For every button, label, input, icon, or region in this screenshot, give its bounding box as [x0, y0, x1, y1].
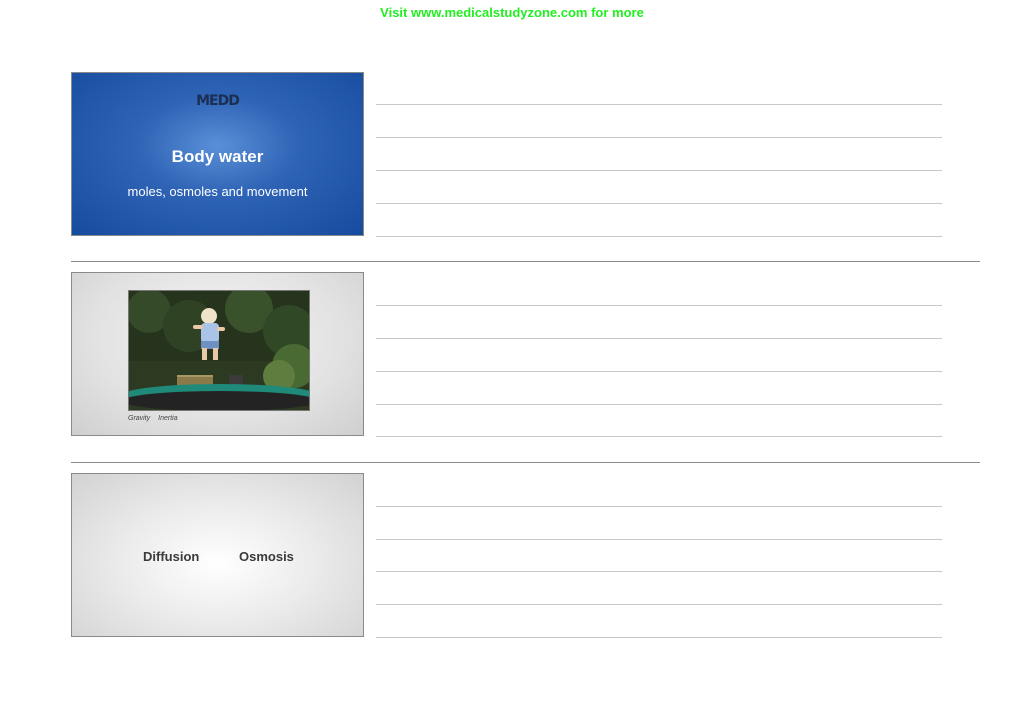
slide-separator: [71, 261, 980, 262]
note-line: [376, 305, 942, 306]
note-line: [376, 338, 942, 339]
note-line: [376, 170, 942, 171]
note-line: [376, 137, 942, 138]
note-line: [376, 637, 942, 638]
slide-caption: Gravity Inertia: [128, 415, 178, 422]
trampoline-photo: [128, 290, 310, 411]
slide-separator: [71, 462, 980, 463]
handout-page: Visit www.medicalstudyzone.com for more …: [0, 0, 1024, 724]
caption-gravity: Gravity: [128, 415, 151, 422]
note-line: [376, 571, 942, 572]
note-line: [376, 539, 942, 540]
slide-thumbnail-2: Gravity Inertia: [71, 272, 364, 436]
note-line: [376, 506, 942, 507]
note-line: [376, 371, 942, 372]
promo-banner[interactable]: Visit www.medicalstudyzone.com for more: [0, 5, 1024, 20]
logo: MEDD: [72, 92, 363, 110]
note-line: [376, 404, 942, 405]
note-line: [376, 604, 942, 605]
slide-title: Body water: [171, 147, 264, 166]
slide-thumbnail-1: MEDD Body water moles, osmoles and movem…: [71, 72, 364, 236]
slide-thumbnail-3: Diffusion Osmosis: [71, 473, 364, 637]
note-line: [376, 104, 942, 105]
note-line: [376, 203, 942, 204]
osmosis-label: Osmosis: [239, 549, 294, 564]
trampoline-photo-graphic: [129, 291, 309, 410]
diffusion-label: Diffusion: [143, 549, 200, 564]
caption-inertia: Inertia: [158, 415, 178, 422]
slide-subtitle: moles, osmoles and movement: [127, 184, 308, 199]
note-line: [376, 236, 942, 237]
logo-mark: MEDD: [196, 93, 240, 109]
note-line: [376, 436, 942, 437]
